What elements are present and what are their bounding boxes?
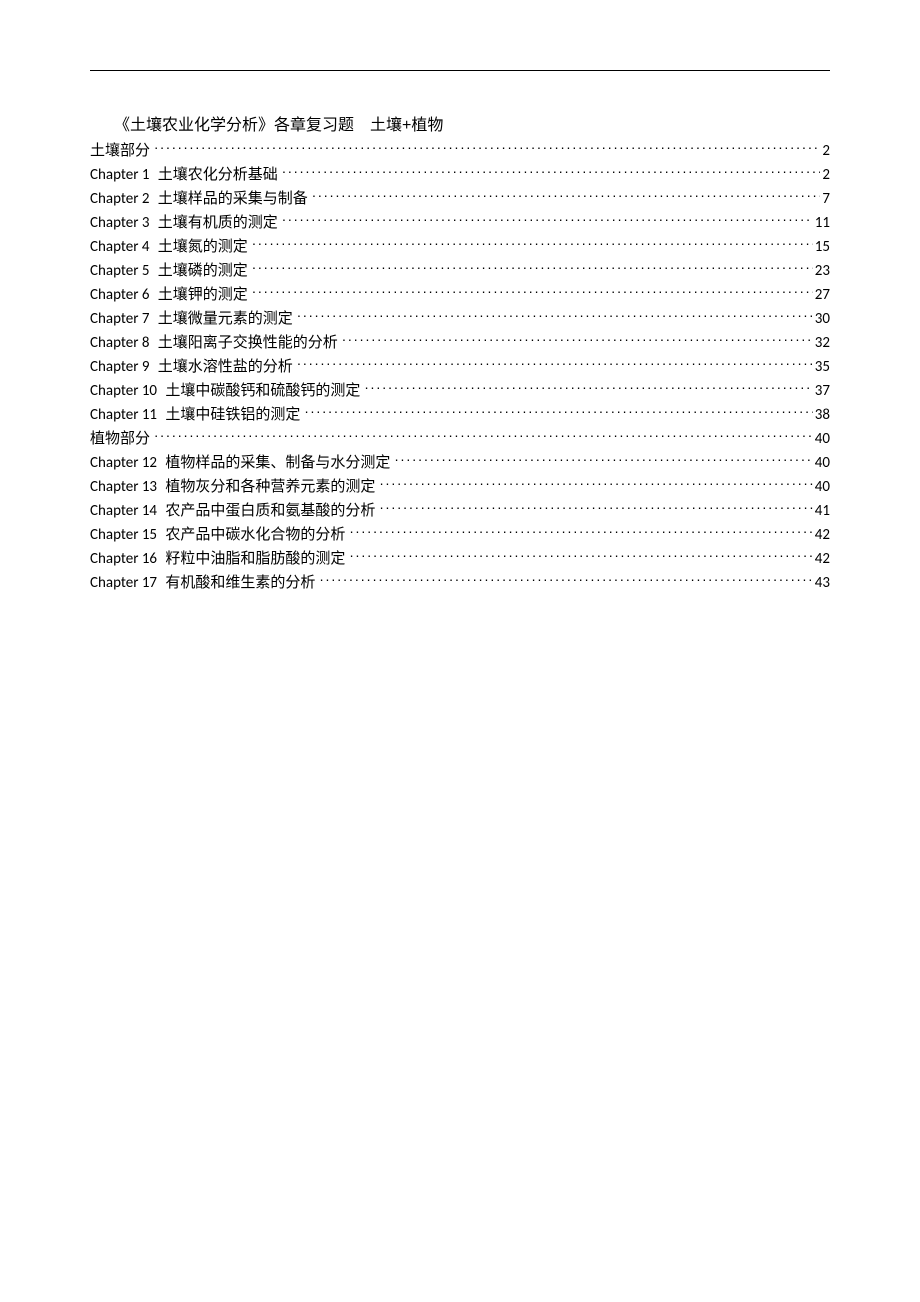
toc-entry-title: 土壤钾的测定 — [158, 283, 248, 307]
toc-entry-title: 土壤氮的测定 — [158, 235, 248, 259]
toc-entry[interactable]: Chapter 13 植物灰分和各种营养元素的测定 40 — [90, 475, 830, 499]
toc-page-number: 37 — [813, 379, 830, 403]
toc-entry-title: 土壤样品的采集与制备 — [158, 187, 308, 211]
toc-leader-dots — [154, 428, 813, 443]
toc-entry-title: 土壤中碳酸钙和硫酸钙的测定 — [165, 379, 360, 403]
toc-entry-title: 农产品中碳水化合物的分析 — [165, 523, 345, 547]
toc-entry[interactable]: Chapter 10 土壤中碳酸钙和硫酸钙的测定 37 — [90, 379, 830, 403]
toc-entry-title: 土壤微量元素的测定 — [158, 307, 293, 331]
top-rule — [90, 70, 830, 71]
toc-leader-dots — [282, 212, 813, 227]
toc-leader-dots — [320, 572, 813, 587]
toc-page-number: 40 — [813, 427, 830, 451]
toc-leader-dots — [297, 356, 813, 371]
toc-entry-title: 农产品中蛋白质和氨基酸的分析 — [165, 499, 375, 523]
toc-leader-dots — [154, 140, 820, 155]
document-page: 《土壤农业化学分析》各章复习题 土壤+植物 土壤部分 2Chapter 1 土壤… — [0, 0, 920, 1302]
toc-entry[interactable]: Chapter 6 土壤钾的测定 27 — [90, 283, 830, 307]
toc-leader-dots — [282, 164, 820, 179]
toc-leader-dots — [252, 284, 813, 299]
toc-page-number: 7 — [820, 187, 830, 211]
toc-chapter-label: Chapter 16 — [90, 547, 157, 571]
toc-chapter-label: Chapter 1 — [90, 163, 149, 187]
toc-page-number: 32 — [813, 331, 830, 355]
toc-entry[interactable]: Chapter 8 土壤阳离子交换性能的分析 32 — [90, 331, 830, 355]
toc-page-number: 2 — [820, 139, 830, 163]
toc-chapter-label: Chapter 5 — [90, 259, 149, 283]
toc-page-number: 30 — [813, 307, 830, 331]
toc-chapter-label: Chapter 11 — [90, 403, 157, 427]
toc-entry-title: 土壤有机质的测定 — [158, 211, 278, 235]
toc-page-number: 2 — [820, 163, 830, 187]
toc-entry[interactable]: Chapter 3 土壤有机质的测定 11 — [90, 211, 830, 235]
toc-page-number: 23 — [813, 259, 830, 283]
toc-chapter-label: Chapter 3 — [90, 211, 149, 235]
table-of-contents: 土壤部分 2Chapter 1 土壤农化分析基础 2Chapter 2 土壤样品… — [90, 139, 830, 595]
toc-entry[interactable]: Chapter 16 籽粒中油脂和脂肪酸的测定 42 — [90, 547, 830, 571]
toc-entry[interactable]: Chapter 1 土壤农化分析基础 2 — [90, 163, 830, 187]
toc-chapter-label: Chapter 12 — [90, 451, 157, 475]
toc-leader-dots — [252, 236, 813, 251]
toc-entry[interactable]: Chapter 17 有机酸和维生素的分析 43 — [90, 571, 830, 595]
toc-entry[interactable]: 土壤部分 2 — [90, 139, 830, 163]
toc-page-number: 35 — [813, 355, 830, 379]
toc-leader-dots — [312, 188, 820, 203]
toc-chapter-label: Chapter 7 — [90, 307, 149, 331]
toc-chapter-label: Chapter 17 — [90, 571, 157, 595]
toc-chapter-label: Chapter 9 — [90, 355, 149, 379]
toc-page-number: 42 — [813, 547, 830, 571]
toc-entry[interactable]: Chapter 5 土壤磷的测定 23 — [90, 259, 830, 283]
toc-page-number: 43 — [813, 571, 830, 595]
toc-leader-dots — [380, 500, 813, 515]
toc-chapter-label: Chapter 6 — [90, 283, 149, 307]
toc-entry-title: 有机酸和维生素的分析 — [165, 571, 315, 595]
toc-leader-dots — [252, 260, 813, 275]
toc-chapter-label: Chapter 2 — [90, 187, 149, 211]
toc-chapter-label: Chapter 4 — [90, 235, 149, 259]
toc-entry[interactable]: Chapter 4 土壤氮的测定 15 — [90, 235, 830, 259]
toc-leader-dots — [380, 476, 813, 491]
toc-chapter-label: Chapter 13 — [90, 475, 157, 499]
toc-page-number: 40 — [813, 451, 830, 475]
toc-entry[interactable]: Chapter 12 植物样品的采集、制备与水分测定 40 — [90, 451, 830, 475]
toc-entry-title: 土壤水溶性盐的分析 — [158, 355, 293, 379]
toc-entry[interactable]: Chapter 7 土壤微量元素的测定 30 — [90, 307, 830, 331]
toc-page-number: 40 — [813, 475, 830, 499]
toc-entry-title: 植物样品的采集、制备与水分测定 — [165, 451, 390, 475]
toc-page-number: 27 — [813, 283, 830, 307]
toc-entry[interactable]: Chapter 2 土壤样品的采集与制备 7 — [90, 187, 830, 211]
toc-page-number: 15 — [813, 235, 830, 259]
toc-leader-dots — [305, 404, 813, 419]
toc-entry[interactable]: Chapter 14 农产品中蛋白质和氨基酸的分析 41 — [90, 499, 830, 523]
toc-entry-title: 植物部分 — [90, 427, 150, 451]
toc-chapter-label: Chapter 8 — [90, 331, 149, 355]
toc-chapter-label: Chapter 10 — [90, 379, 157, 403]
toc-entry-title: 土壤部分 — [90, 139, 150, 163]
toc-page-number: 42 — [813, 523, 830, 547]
toc-leader-dots — [365, 380, 813, 395]
toc-entry-title: 土壤农化分析基础 — [158, 163, 278, 187]
toc-entry[interactable]: Chapter 11 土壤中硅铁铝的测定 38 — [90, 403, 830, 427]
toc-page-number: 38 — [813, 403, 830, 427]
toc-page-number: 11 — [813, 211, 830, 235]
toc-entry-title: 籽粒中油脂和脂肪酸的测定 — [165, 547, 345, 571]
toc-leader-dots — [350, 548, 813, 563]
toc-chapter-label: Chapter 15 — [90, 523, 157, 547]
toc-leader-dots — [297, 308, 813, 323]
toc-entry-title: 植物灰分和各种营养元素的测定 — [165, 475, 375, 499]
toc-entry-title: 土壤阳离子交换性能的分析 — [158, 331, 338, 355]
toc-chapter-label: Chapter 14 — [90, 499, 157, 523]
toc-entry-title: 土壤中硅铁铝的测定 — [165, 403, 300, 427]
toc-entry[interactable]: 植物部分 40 — [90, 427, 830, 451]
toc-leader-dots — [350, 524, 813, 539]
toc-leader-dots — [342, 332, 813, 347]
toc-page-number: 41 — [813, 499, 830, 523]
document-title: 《土壤农业化学分析》各章复习题 土壤+植物 — [114, 111, 830, 135]
toc-entry[interactable]: Chapter 9 土壤水溶性盐的分析 35 — [90, 355, 830, 379]
toc-entry[interactable]: Chapter 15 农产品中碳水化合物的分析 42 — [90, 523, 830, 547]
toc-entry-title: 土壤磷的测定 — [158, 259, 248, 283]
toc-leader-dots — [395, 452, 813, 467]
